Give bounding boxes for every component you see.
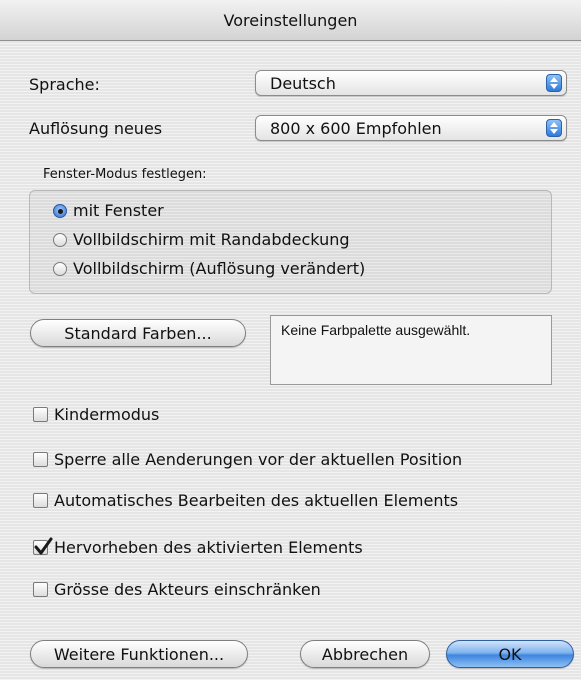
checkbox[interactable] <box>33 493 48 508</box>
radio-option-window[interactable]: mit Fenster <box>53 201 164 220</box>
language-value: Deutsch <box>270 73 336 93</box>
radio-option-fullscreen-border[interactable]: Vollbildschirm mit Randabdeckung <box>53 230 350 249</box>
radio-label: Vollbildschirm (Auflösung verändert) <box>73 259 366 278</box>
checkbox-lock-changes[interactable]: Sperre alle Aenderungen vor der aktuelle… <box>33 450 462 469</box>
window-title: Voreinstellungen <box>223 10 358 30</box>
checkbox-limit-actor-size[interactable]: Grösse des Akteurs einschränken <box>33 580 321 599</box>
checkbox[interactable] <box>33 407 48 422</box>
resolution-label: Auflösung neues <box>29 119 163 138</box>
cancel-button[interactable]: Abbrechen <box>300 640 430 668</box>
window-mode-label: Fenster-Modus festlegen: <box>43 167 207 182</box>
resolution-value: 800 x 600 Empfohlen <box>270 118 442 138</box>
language-label: Sprache: <box>29 75 100 94</box>
checkbox-checked[interactable] <box>33 537 53 555</box>
radio-button-selected[interactable] <box>53 203 67 218</box>
checkmark-icon <box>34 537 53 555</box>
checkbox-label: Grösse des Akteurs einschränken <box>54 580 321 599</box>
radio-label: mit Fenster <box>73 201 164 220</box>
more-functions-button[interactable]: Weitere Funktionen... <box>30 640 248 668</box>
checkbox-auto-edit[interactable]: Automatisches Bearbeiten des aktuellen E… <box>33 491 458 510</box>
checkbox-label: Sperre alle Aenderungen vor der aktuelle… <box>54 450 463 469</box>
popup-arrows-icon <box>546 119 562 137</box>
checkbox-label: Hervorheben des aktivierten Elements <box>54 538 363 557</box>
title-bar[interactable]: Voreinstellungen <box>0 0 581 41</box>
resolution-select[interactable]: 800 x 600 Empfohlen <box>255 115 567 141</box>
checkbox-kids-mode[interactable]: Kindermodus <box>33 405 159 424</box>
language-select[interactable]: Deutsch <box>255 70 567 96</box>
checkbox-label: Automatisches Bearbeiten des aktuellen E… <box>54 491 459 510</box>
ok-button[interactable]: OK <box>446 640 574 668</box>
color-palette-status: Keine Farbpalette ausgewählt. <box>270 315 552 385</box>
checkbox[interactable] <box>33 582 48 597</box>
standard-colors-button[interactable]: Standard Farben... <box>30 319 246 347</box>
checkbox[interactable] <box>33 452 48 467</box>
radio-label: Vollbildschirm mit Randabdeckung <box>73 230 350 249</box>
checkbox-label: Kindermodus <box>54 405 160 424</box>
checkbox-highlight-element[interactable]: Hervorheben des aktivierten Elements <box>33 537 363 557</box>
radio-option-fullscreen-resolution[interactable]: Vollbildschirm (Auflösung verändert) <box>53 259 365 278</box>
popup-arrows-icon <box>546 74 562 92</box>
radio-button[interactable] <box>53 232 67 247</box>
radio-button[interactable] <box>53 261 67 276</box>
